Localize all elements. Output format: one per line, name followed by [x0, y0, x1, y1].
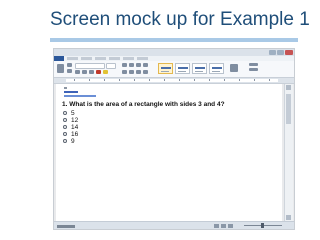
- answer-list: 5 12 14 16 9: [63, 110, 123, 145]
- indent-icon[interactable]: [136, 63, 141, 67]
- page-count-status[interactable]: [57, 225, 75, 228]
- scroll-up-icon[interactable]: [286, 85, 291, 90]
- answer-option[interactable]: 9: [63, 138, 123, 145]
- font-color-icon[interactable]: [96, 70, 101, 74]
- answer-option[interactable]: 14: [63, 124, 123, 131]
- radio-button[interactable]: [63, 132, 67, 136]
- justify-icon[interactable]: [143, 70, 148, 74]
- web-layout-icon[interactable]: [228, 224, 233, 228]
- style-heading-2[interactable]: [209, 63, 224, 74]
- answer-text: 9: [71, 138, 75, 145]
- ribbon-toolbar: [54, 61, 294, 78]
- ribbon-tab[interactable]: [109, 57, 120, 60]
- minimize-button[interactable]: [269, 50, 276, 55]
- highlight-icon[interactable]: [103, 70, 108, 74]
- align-left-icon[interactable]: [122, 70, 127, 74]
- answer-option[interactable]: 16: [63, 131, 123, 138]
- sort-icon[interactable]: [143, 63, 148, 67]
- answer-option[interactable]: 12: [63, 117, 123, 124]
- scrollbar-thumb[interactable]: [286, 94, 291, 124]
- status-bar: [54, 221, 294, 229]
- bullets-icon[interactable]: [122, 63, 127, 67]
- radio-button[interactable]: [63, 139, 67, 143]
- vertical-scrollbar[interactable]: [284, 84, 293, 221]
- radio-button[interactable]: [63, 118, 67, 122]
- hyperlink-line[interactable]: [64, 95, 96, 97]
- copy-icon[interactable]: [67, 69, 72, 73]
- word-window-screenshot: 1. What is the area of a rectangle with …: [53, 48, 295, 230]
- align-right-icon[interactable]: [136, 70, 141, 74]
- answer-text: 5: [71, 110, 75, 117]
- print-layout-icon[interactable]: [214, 224, 219, 228]
- ribbon-tab[interactable]: [123, 57, 134, 60]
- find-icon[interactable]: [249, 63, 258, 66]
- font-name-box[interactable]: [75, 63, 105, 69]
- align-center-icon[interactable]: [129, 70, 134, 74]
- ribbon-tab[interactable]: [81, 57, 92, 60]
- hyperlink-line[interactable]: [64, 91, 78, 93]
- answer-option[interactable]: 5: [63, 110, 123, 117]
- ribbon-tab[interactable]: [95, 57, 106, 60]
- italic-icon[interactable]: [82, 70, 87, 74]
- maximize-button[interactable]: [277, 50, 284, 55]
- title-accent-bar: [50, 38, 298, 42]
- full-screen-icon[interactable]: [221, 224, 226, 228]
- change-styles-icon[interactable]: [230, 64, 238, 72]
- underline-icon[interactable]: [89, 70, 94, 74]
- close-button[interactable]: [285, 50, 293, 55]
- paste-icon[interactable]: [57, 64, 64, 73]
- scroll-down-icon[interactable]: [286, 215, 291, 220]
- paragraph-mark: [64, 87, 67, 89]
- question-text: 1. What is the area of a rectangle with …: [62, 101, 225, 108]
- numbering-icon[interactable]: [129, 63, 134, 67]
- style-no-spacing[interactable]: [175, 63, 190, 74]
- document-page[interactable]: 1. What is the area of a rectangle with …: [56, 84, 282, 221]
- answer-text: 14: [71, 124, 79, 131]
- style-normal[interactable]: [158, 63, 173, 74]
- font-size-box[interactable]: [106, 63, 116, 69]
- bold-icon[interactable]: [75, 70, 80, 74]
- answer-text: 16: [71, 131, 79, 138]
- cut-icon[interactable]: [67, 63, 72, 67]
- replace-icon[interactable]: [249, 68, 258, 71]
- ribbon-tab[interactable]: [137, 57, 148, 60]
- ribbon-tab[interactable]: [67, 57, 78, 60]
- radio-button[interactable]: [63, 125, 67, 129]
- radio-button[interactable]: [63, 111, 67, 115]
- zoom-slider-knob[interactable]: [261, 223, 264, 228]
- style-heading-1[interactable]: [192, 63, 207, 74]
- answer-text: 12: [71, 117, 79, 124]
- slide-title: Screen mock up for Example 1: [50, 9, 310, 30]
